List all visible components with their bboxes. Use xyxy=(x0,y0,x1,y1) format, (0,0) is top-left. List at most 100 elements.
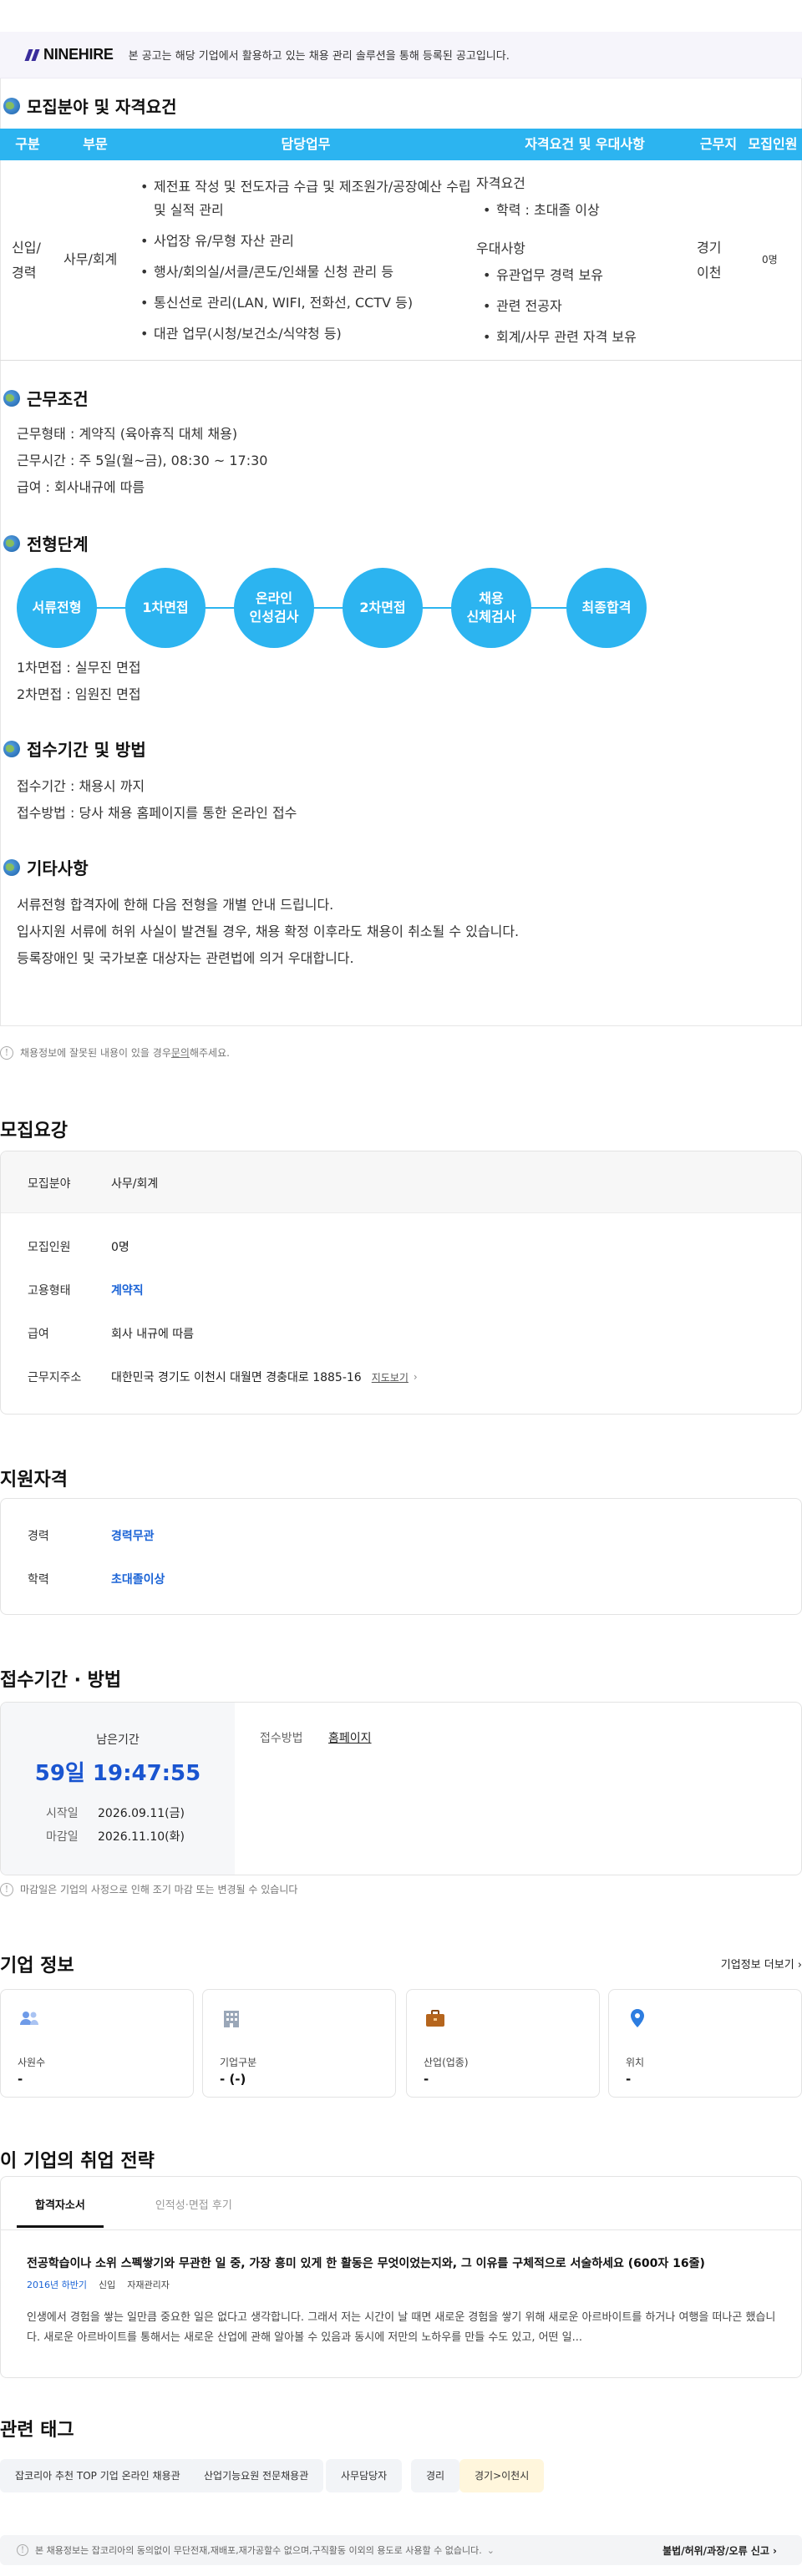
people-icon xyxy=(20,2012,38,2025)
duty-item: 행사/회의실/서클/콘도/인쇄물 신청 관리 등 xyxy=(134,261,476,284)
inquiry-link[interactable]: 문의 xyxy=(171,1045,190,1060)
report-link[interactable]: 불법/허위/과장/오류 신고 › xyxy=(662,2543,777,2558)
strategy-question[interactable]: 전공학습이나 소위 스펙쌓기와 무관한 일 중, 가장 흥미 있게 한 활동은 … xyxy=(27,2255,779,2271)
strategy-excerpt: 인생에서 경험을 쌓는 일만큼 중요한 일은 없다고 생각합니다. 그래서 저는… xyxy=(27,2311,776,2344)
summary-title: 모집요강 xyxy=(0,1121,68,1141)
qualification-career: 경력 경력무관 xyxy=(28,1530,155,1543)
banner-text: 본 공고는 해당 기업에서 활용하고 있는 채용 관리 솔루션을 통해 등록된 … xyxy=(128,50,510,63)
work-conditions-lines: 근무형태 : 계약직 (육아휴직 대체 채용) 근무시간 : 주 5일(월~금)… xyxy=(17,421,267,501)
qualification-education: 학력 초대졸이상 xyxy=(28,1573,165,1587)
deadline-countdown-panel: 남은기간 59일 19:47:55 시작일 2026.09.11(금) 마감일 20… xyxy=(1,1703,235,1875)
tag-item[interactable]: 산업기능요원 전문채용관 xyxy=(189,2459,324,2492)
ninehire-logo-icon xyxy=(24,48,40,61)
company-card-value: - xyxy=(626,2072,632,2087)
tag-item[interactable]: 사무담당자 xyxy=(326,2459,403,2492)
category-cell: 신입/ 경력 xyxy=(12,240,41,281)
briefcase-icon xyxy=(426,2010,444,2027)
col-qualifications: 자격요건 및 우대사항 xyxy=(525,136,645,152)
work-condition-line: 근무시간 : 주 5일(월~금), 08:30 ~ 17:30 xyxy=(17,453,268,468)
col-location: 근무지 xyxy=(699,136,738,152)
company-type-card: 기업구분 - (-) xyxy=(202,1989,396,2098)
work-condition-line: 급여 : 회사내규에 따름 xyxy=(17,479,145,495)
company-card-label: 산업(업종) xyxy=(424,2057,469,2068)
chevron-right-icon: › xyxy=(413,1371,418,1383)
location-pin-icon xyxy=(631,2009,644,2027)
deadline-notice: ! 마감일은 기업의 사정으로 인해 조기 마감 또는 변경될 수 있습니다 xyxy=(0,1882,297,1896)
tab-cover-letter[interactable]: 합격자소서 xyxy=(17,2188,104,2228)
recruit-field-title: 모집분야 및 자격요건 xyxy=(3,94,177,118)
process-step: 최종합격 xyxy=(566,568,647,648)
summary-address: 근무지주소 대한민국 경기도 이천시 대월면 경충대로 1885-16 지도보기 … xyxy=(28,1370,418,1384)
building-icon xyxy=(224,2011,239,2027)
company-industry-card: 산업(업종) - xyxy=(406,1989,600,2098)
chevron-down-icon[interactable]: ⌄ xyxy=(487,2545,495,2556)
apply-period-lines: 접수기간 : 채용시 까지 접수방법 : 당사 채용 홈페이지를 통한 온라인 … xyxy=(17,773,297,827)
report-notice: ! 채용정보에 잘못된 내용이 있을 경우 문의 해주세요. xyxy=(0,1045,230,1060)
company-card-label: 위치 xyxy=(626,2057,645,2068)
strategy-tabs: 합격자소서 인적성·면접 후기 xyxy=(17,2188,251,2228)
process-steps: 서류전형 1차면접 온라인 인성검사 2차면접 채용 신체검사 최종합격 xyxy=(17,568,652,648)
process-title: 전형단계 xyxy=(3,531,89,555)
remain-countdown: 59일 19:47:55 xyxy=(34,1761,201,1786)
col-duties: 담당업무 xyxy=(281,136,331,152)
company-card-label: 기업구분 xyxy=(220,2057,257,2068)
homepage-link[interactable]: 홈페이지 xyxy=(328,1729,372,1746)
strategy-title: 이 기업의 취업 전략 xyxy=(0,2151,155,2172)
apply-method: 접수방법 홈페이지 xyxy=(260,1729,372,1746)
duty-item: 제전표 작성 및 전도자금 수급 및 제조원가/공장예산 수립 및 실적 관리 xyxy=(134,175,476,222)
summary-field: 모집분야 사무/회계 xyxy=(28,1177,159,1191)
meta-job: 자재관리자 xyxy=(127,2280,170,2290)
process-step: 1차면접 xyxy=(125,568,206,648)
tag-item[interactable]: 잡코리아 추천 TOP 기업 온라인 채용관 xyxy=(0,2459,195,2492)
pref-item: 회계/사무 관련 자격 보유 xyxy=(476,326,693,349)
summary-headcount: 모집인원 0명 xyxy=(28,1241,129,1254)
company-card-value: - (-) xyxy=(220,2072,246,2087)
requirements-table-header: 구분 부문 담당업무 자격요건 및 우대사항 근무지 모집인원 xyxy=(0,129,802,160)
tag-item[interactable]: 경기>이천시 xyxy=(459,2459,545,2492)
deadline-title: 접수기간 · 방법 xyxy=(0,1670,122,1691)
company-card-label: 사원수 xyxy=(18,2057,46,2068)
apply-line: 접수방법 : 당사 채용 홈페이지를 통한 온라인 접수 xyxy=(17,805,297,821)
info-icon: ! xyxy=(17,2544,28,2556)
work-conditions-title: 근무조건 xyxy=(3,386,89,410)
company-more-link[interactable]: 기업정보 더보기 › xyxy=(721,1956,802,1971)
globe-icon xyxy=(3,389,20,407)
duty-list: 제전표 작성 및 전도자금 수급 및 제조원가/공장예산 수립 및 실적 관리 … xyxy=(134,175,476,353)
qual-item: 학력 : 초대졸 이상 xyxy=(476,199,693,222)
etc-line: 입사지원 서류에 허위 사실이 발견될 경우, 채용 확정 이후라도 채용이 취… xyxy=(17,924,520,939)
col-headcount: 모집인원 xyxy=(748,136,798,152)
summary-employment-type: 고용형태 계약직 xyxy=(28,1284,144,1298)
tag-item[interactable]: 경리 xyxy=(411,2459,460,2492)
process-note: 2차면접 : 임원진 면접 xyxy=(17,686,141,702)
company-employees-card: 사원수 - xyxy=(0,1989,194,2098)
apply-line: 접수기간 : 채용시 까지 xyxy=(17,778,145,794)
process-step: 온라인 인성검사 xyxy=(234,568,314,648)
globe-icon xyxy=(3,534,20,552)
process-note: 1차면접 : 실무진 면접 xyxy=(17,660,141,676)
process-notes: 1차면접 : 실무진 면접 2차면접 : 임원진 면접 xyxy=(17,655,141,708)
process-step: 서류전형 xyxy=(17,568,97,648)
tags-title: 관련 태그 xyxy=(0,2420,74,2441)
ninehire-logo: NINEHIRE xyxy=(24,46,114,63)
deadline-card: 남은기간 59일 19:47:55 시작일 2026.09.11(금) 마감일 20… xyxy=(0,1702,802,1875)
map-link[interactable]: 지도보기 xyxy=(372,1370,409,1384)
work-condition-line: 근무형태 : 계약직 (육아휴직 대체 채용) xyxy=(17,426,238,442)
duty-item: 사업장 유/무형 자산 관리 xyxy=(134,230,476,253)
col-category: 구분 xyxy=(15,136,40,152)
col-department: 부문 xyxy=(83,136,108,152)
qualification-title: 지원자격 xyxy=(0,1470,68,1490)
globe-icon xyxy=(3,740,20,757)
process-step: 채용 신체검사 xyxy=(451,568,531,648)
qual-label: 자격요건 xyxy=(476,175,525,191)
headcount-cell: 0명 xyxy=(762,254,778,266)
tab-interview-review[interactable]: 인적성·면접 후기 xyxy=(137,2188,251,2228)
globe-icon xyxy=(3,97,20,114)
etc-title: 기타사항 xyxy=(3,855,89,879)
etc-line: 서류전형 합격자에 한해 다음 전형을 개별 안내 드립니다. xyxy=(17,897,334,913)
remain-label: 남은기간 xyxy=(96,1733,140,1747)
process-step: 2차면접 xyxy=(343,568,423,648)
location-cell: 경기 이천 xyxy=(697,240,722,281)
summary-salary: 급여 회사 내규에 따름 xyxy=(28,1328,195,1341)
chevron-right-icon: › xyxy=(797,1959,802,1971)
summary-card: 모집분야 사무/회계 모집인원 0명 고용형태 계약직 급여 회사 내규에 따름 근무지… xyxy=(0,1151,802,1415)
